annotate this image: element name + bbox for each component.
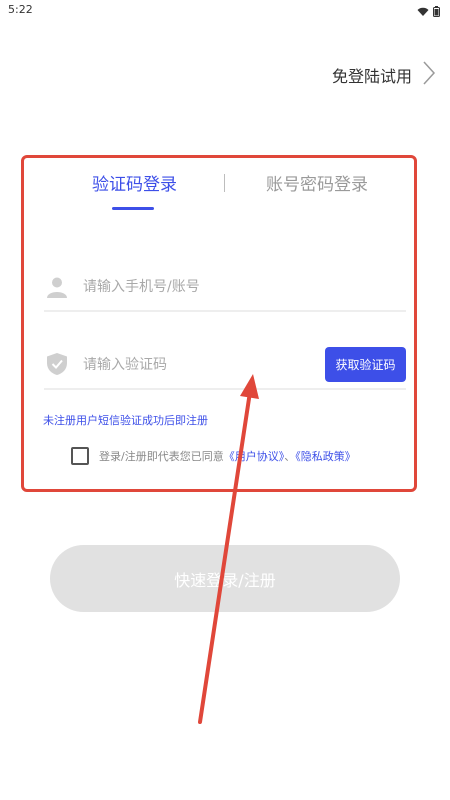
- login-screen: 5:22 免登陆试用 验证码登录 账号密码登录 请输入手机号/账号 请输入验证码…: [0, 0, 450, 800]
- highlight-box: [21, 155, 417, 492]
- status-time: 5:22: [8, 3, 33, 16]
- skip-login-label: 免登陆试用: [331, 67, 412, 86]
- quick-login-button[interactable]: 快速登录/注册: [50, 545, 400, 612]
- status-icons: [417, 2, 440, 21]
- skip-login-link[interactable]: 免登陆试用: [332, 60, 436, 90]
- battery-icon: [433, 2, 440, 21]
- chevron-right-icon: [422, 60, 436, 90]
- wifi-icon: [417, 2, 429, 21]
